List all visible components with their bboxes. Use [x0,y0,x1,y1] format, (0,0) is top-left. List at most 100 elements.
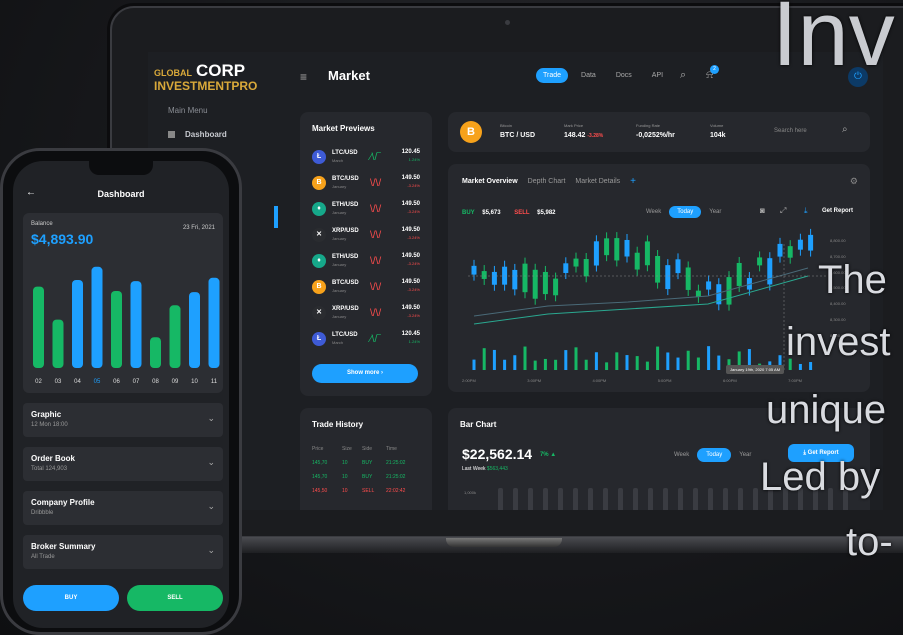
market-preview-row[interactable]: Ł LTC/USD March ⁄\/‾ 120.45 1.24% [310,146,422,170]
pair-value: 120.45 [401,331,420,337]
sparkline-icon: \/\/ [370,282,382,293]
balance-bar [33,286,44,368]
accordion-subtitle: All Trade [31,554,55,560]
candle-body [655,256,661,283]
search-input[interactable]: Search here [774,128,807,134]
market-preview-row[interactable]: B BTC/USD January \/\/ 149.50 -3.24% [310,276,422,300]
search-icon[interactable]: ⌕ [680,69,686,82]
balance-bar [130,281,142,368]
candle-body [808,234,814,251]
candle-body [757,257,763,266]
pair-change: -3.24% [407,287,420,292]
strip-bar [663,488,668,510]
strip-bar [678,488,683,510]
bar-range-week[interactable]: Week [674,452,689,458]
candle-body [767,258,773,285]
pair-period: January [332,288,347,293]
strip-bar [648,488,653,510]
volume-bar [717,355,721,370]
balance-bar-label: 02 [35,379,42,385]
show-more-button[interactable]: Show more › [312,364,418,383]
brand-line3: INVESTMENTPRO [154,79,258,93]
mark-price-label: Mark Price [564,123,584,128]
volume-bar [594,352,598,370]
ticker-search-icon[interactable]: ⌕ [842,124,848,135]
x-tick: 2:00PM [462,378,476,383]
volume-bar [564,350,568,370]
trade-time: 21:25:02 [386,474,406,480]
trade-size: 10 [342,460,348,466]
tab-docs[interactable]: Docs [609,68,639,83]
volume-bar [574,347,578,370]
strip-bar [498,488,503,510]
sidebar-section-label: Main Menu [168,106,208,115]
mark-price: 148.42 -3.28% [564,132,603,139]
candle-body [695,290,701,297]
market-previews-title: Market Previews [312,124,375,133]
strip-bar [753,488,758,510]
x-tick: 6:00PM [722,378,737,383]
amount-value: $22,562.14 [462,446,533,462]
sparkline-icon: \/\/ [370,230,382,241]
grid-icon [168,131,175,139]
hamburger-icon[interactable]: ≡ [300,70,307,84]
sidebar-item-label: Dashboard [185,130,227,139]
market-preview-row[interactable]: ♦ ETH/USD January \/\/ 149.50 -3.24% [310,250,422,274]
market-preview-row[interactable]: B BTC/USD January \/\/ 149.50 -3.24% [310,172,422,196]
pair-name: XRP/USD [332,228,359,234]
pair-name: BTC/USD [332,176,359,182]
pair-change: 1.24% [408,339,420,344]
bar-range-today[interactable]: Today [697,448,732,462]
phone-sell-button[interactable]: SELL [127,585,223,611]
coin-icon: ♦ [312,254,326,268]
balance-bar [169,305,181,368]
pair-value: 149.50 [401,279,420,285]
balance-bar-label: 11 [211,379,218,385]
accordion-item[interactable]: Company Profile Dribbble ⌄ [23,491,223,525]
candle-body [797,239,803,250]
tab-data[interactable]: Data [574,68,603,83]
pair-change: -3.24% [407,209,420,214]
tab-trade[interactable]: Trade [536,68,569,83]
market-preview-row[interactable]: ♦ ETH/USD January \/\/ 149.50 -3.24% [310,198,422,222]
candle-body [481,271,487,279]
phone-buy-button[interactable]: BUY [23,585,119,611]
tab-api[interactable]: API [645,68,670,83]
mark-price-change: -3.28% [587,133,604,139]
period-value: $563,443 [486,466,508,472]
bar-range-year[interactable]: Year [739,452,751,458]
market-preview-row[interactable]: Ł LTC/USD March ⁄\/‾ 120.45 1.24% [310,328,422,352]
candle-body [593,241,599,266]
funding-label: Funding Rate [636,123,661,128]
market-preview-row[interactable]: ✕ XRP/USD January \/\/ 149.50 -3.24% [310,302,422,326]
strip-bar [738,488,743,510]
coin-icon: ✕ [312,306,326,320]
strip-bar [603,488,608,510]
mark-price-value: 148.42 [564,132,586,139]
volume-label: Volume [710,123,724,128]
pair-change: -3.24% [407,235,420,240]
trade-price: 145,50 [312,488,328,494]
accordion-item[interactable]: Graphic 12 Mon 18:00 ⌄ [23,403,223,437]
laptop-notch [446,538,562,547]
header-tabs: Trade Data Docs API [536,68,670,83]
candle-body [563,263,569,273]
coin-name: Bitcoin [500,123,513,128]
pair-value: 149.50 [401,305,420,311]
phone-title: Dashboard [97,189,145,199]
accordion-item[interactable]: Order Book Total 124,903 ⌄ [23,447,223,481]
pair-value: 149.50 [401,175,420,181]
sidebar-item-dashboard[interactable]: Dashboard [168,130,227,139]
balance-bar-label: 06 [113,379,120,385]
sparkline-icon: \/\/ [370,204,382,215]
balance-bar-label: 07 [133,379,140,385]
overlay-line-1: The [818,258,887,302]
market-preview-row[interactable]: ✕ XRP/USD January \/\/ 149.50 -3.24% [310,224,422,248]
strip-bar [708,488,713,510]
sparkline-icon: \/\/ [370,308,382,319]
trade-history-row: 145,70 10 BUY 21:25:02 [312,460,405,466]
strip-bar [693,488,698,510]
accordion-item[interactable]: Broker Summary All Trade ⌄ [23,535,223,569]
ticker-card: B Bitcoin BTC / USD Mark Price 148.42 -3… [448,112,870,152]
pair-value: 149.50 [401,201,420,207]
